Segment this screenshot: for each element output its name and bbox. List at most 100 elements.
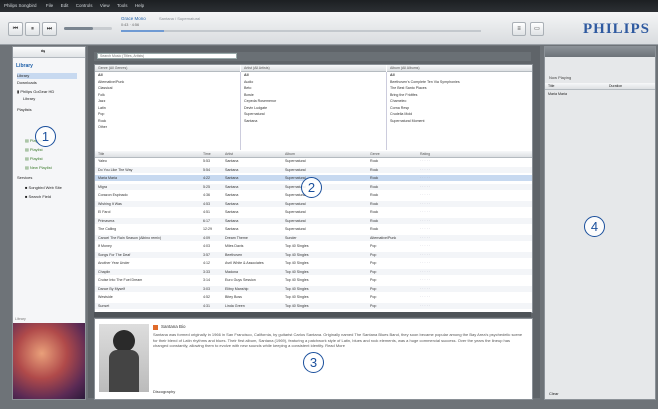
sidebar-item-device-library[interactable]: Library <box>23 96 35 102</box>
table-row[interactable]: If Money 4:03 Miles Davis Top 40 Singles Pop… <box>95 243 532 249</box>
genre-filter-item[interactable]: Alternative/Punk <box>95 79 240 85</box>
sidebar-item-songbird-web[interactable]: ■ Songbird Web Site <box>25 185 62 191</box>
column-header[interactable]: Title <box>98 151 104 157</box>
column-header[interactable]: Genre <box>370 151 380 157</box>
pause-button[interactable]: ⏸ <box>25 22 40 36</box>
table-row[interactable]: Songs For The Deaf 3:57 Beethoven Top 40 Si… <box>95 251 532 258</box>
artist-filter-item[interactable]: All <box>241 72 386 78</box>
filter-header-artist[interactable]: Artist (All Artists) <box>241 65 386 72</box>
table-row[interactable]: Primavera 6:17 Santana Supernatural Rock · · … <box>95 217 532 224</box>
table-row[interactable]: Cancel The Rain Season (Albino remix) 4:0… <box>95 234 532 241</box>
rating-stars[interactable]: · · · · · <box>420 192 430 198</box>
album-filter-item[interactable]: Corna Resp <box>387 105 532 111</box>
artist-filter-item[interactable]: Beto <box>241 85 386 91</box>
rating-stars[interactable]: · · · · · <box>420 175 430 181</box>
rating-stars[interactable]: · · · · · <box>420 226 430 232</box>
menu-help[interactable]: Help <box>135 0 144 12</box>
rating-stars[interactable]: · · · · · <box>420 277 430 283</box>
seek-bar[interactable] <box>121 30 481 32</box>
sidebar-item-device[interactable]: ▮ Philips GoGear HD <box>17 89 54 95</box>
album-filter-item[interactable]: Crudelia Mold <box>387 111 532 117</box>
rating-stars[interactable]: · · · · · <box>420 184 430 190</box>
sidebar-item-library[interactable]: Library <box>17 73 77 79</box>
album-filter-list[interactable]: All Beethoven's Complete Ten Via Symphoni… <box>387 72 532 150</box>
table-row[interactable]: Do You Like The Way 5:54 Santana Supernatur… <box>95 166 532 173</box>
table-row[interactable]: El Farol 4:51 Santana Supernatural Rock · · ·… <box>95 209 532 215</box>
album-filter-item[interactable]: Supernatural Moment <box>387 118 532 124</box>
next-button[interactable]: ⏭ <box>42 22 57 36</box>
table-row[interactable]: Westside 4:52 Bitey Boss Top 40 Singles Pop ·… <box>95 294 532 300</box>
rating-stars[interactable]: · · · · · <box>420 209 430 215</box>
menu-tools[interactable]: Tools <box>117 0 128 12</box>
sidebar-item-downloads[interactable]: Downloads <box>17 80 37 86</box>
genre-filter-item[interactable]: Folk <box>95 92 240 98</box>
menu-controls[interactable]: Controls <box>76 0 93 12</box>
table-row[interactable]: Wishing It Was 4:53 Santana Supernatural Roc… <box>95 200 532 207</box>
rating-stars[interactable]: · · · · · <box>420 286 430 292</box>
album-filter-item[interactable]: Chameleo <box>387 98 532 104</box>
artist-filter-item[interactable]: Cepeda Rosemenor <box>241 98 386 104</box>
rating-stars[interactable]: · · · · · <box>420 201 430 207</box>
filter-header-album[interactable]: Album (All Albums) <box>387 65 532 72</box>
rating-stars[interactable]: · · · · · <box>420 243 430 249</box>
table-row[interactable]: The Calling 12:29 Santana Supernatural Rock ·… <box>95 226 532 232</box>
album-filter-item[interactable]: All <box>387 72 532 78</box>
artist-filter-item[interactable]: Santana <box>241 118 386 124</box>
album-filter-item[interactable]: Beethoven's Complete Ten Via Symphonies <box>387 79 532 85</box>
sidebar-item-new-playlist[interactable]: ▤ New Playlist <box>25 165 52 171</box>
column-header[interactable]: Rating <box>420 151 430 157</box>
genre-filter-item[interactable]: Other <box>95 124 240 130</box>
library-search-input[interactable] <box>97 53 237 59</box>
genre-filter-list[interactable]: All Alternative/Punk Classical Folk Jazz Lati… <box>95 72 241 150</box>
rating-stars[interactable]: · · · · · <box>420 269 430 275</box>
column-header[interactable]: Artist <box>225 151 233 157</box>
album-filter-item[interactable]: The Best Santo Places <box>387 85 532 91</box>
artist-filter-item[interactable]: Audio <box>241 79 386 85</box>
column-header[interactable]: Album <box>285 151 295 157</box>
menu-edit[interactable]: Edit <box>61 0 69 12</box>
column-header[interactable]: Time <box>203 151 211 157</box>
genre-filter-item[interactable]: Pop <box>95 111 240 117</box>
queue-item[interactable]: Maria Maria <box>545 91 655 97</box>
splitter[interactable] <box>94 312 531 317</box>
rating-stars[interactable]: · · · · · <box>420 158 430 164</box>
menu-view[interactable]: View <box>100 0 110 12</box>
sidebar-item-playlist-3[interactable]: ▤ Playlist <box>25 156 43 162</box>
sidebar-item-playlists[interactable]: Playlists <box>17 107 32 113</box>
table-row[interactable]: Cruise Into The Fuel Dream 3:14 Euro Guys … <box>95 277 532 283</box>
genre-filter-item[interactable]: Jazz <box>95 98 240 104</box>
sidebar-item-search-field[interactable]: ■ Search Field <box>25 194 51 200</box>
genre-filter-item[interactable]: Classical <box>95 85 240 91</box>
menu-file[interactable]: File <box>46 0 53 12</box>
volume-slider[interactable] <box>64 27 112 30</box>
rating-stars[interactable]: · · · · · <box>420 303 430 309</box>
table-row[interactable]: Dance By Myself 3:03 Elitny Manship Top 40 … <box>95 285 532 292</box>
sidebar-item-playlist-2[interactable]: ▤ Playlist <box>25 147 43 153</box>
rating-stars[interactable]: · · · · · <box>420 218 430 224</box>
album-filter-item[interactable]: Bring the Fridtfes <box>387 92 532 98</box>
table-row[interactable]: Another Year Under 4:12 Avril White & Asso… <box>95 260 532 266</box>
table-row[interactable]: Yaleo 5:53 Santana Supernatural Rock · · · · … <box>95 158 532 164</box>
rating-stars[interactable]: · · · · · <box>420 167 430 173</box>
artist-filter-item[interactable]: Devin Ludgate <box>241 105 386 111</box>
table-row[interactable]: Sunset 4:31 Linda Green Top 40 Singles Pop · … <box>95 302 532 309</box>
queue-clear-button[interactable]: Clear <box>549 391 559 396</box>
genre-filter-item[interactable]: Latin <box>95 105 240 111</box>
table-row[interactable]: Chaplin 3:33 Madona Top 40 Singles Pop · · · … <box>95 268 532 275</box>
view-toggle-button[interactable]: ≡ <box>512 22 526 36</box>
genre-filter-item[interactable]: All <box>95 72 240 78</box>
genre-filter-item[interactable]: Rock <box>95 118 240 124</box>
discography-link[interactable]: Discography <box>153 389 175 394</box>
sidebar-item-services[interactable]: Services <box>17 175 32 181</box>
previous-button[interactable]: ⏮ <box>8 22 23 36</box>
rating-stars[interactable]: · · · · · <box>420 260 430 266</box>
filter-header-genre[interactable]: Genre (All Genres) <box>95 65 240 72</box>
minimize-player-button[interactable]: ▭ <box>530 22 544 36</box>
rating-stars[interactable]: · · · · · <box>420 235 430 241</box>
rating-stars[interactable]: · · · · · <box>420 294 430 300</box>
back-icon[interactable]: ⇆ <box>41 49 45 55</box>
artist-filter-list[interactable]: All Audio Beto Bowie Cepeda Rosemenor Devin L… <box>241 72 387 150</box>
artist-filter-item[interactable]: Supernatural <box>241 111 386 117</box>
rating-stars[interactable]: · · · · · <box>420 252 430 258</box>
artist-filter-item[interactable]: Bowie <box>241 92 386 98</box>
